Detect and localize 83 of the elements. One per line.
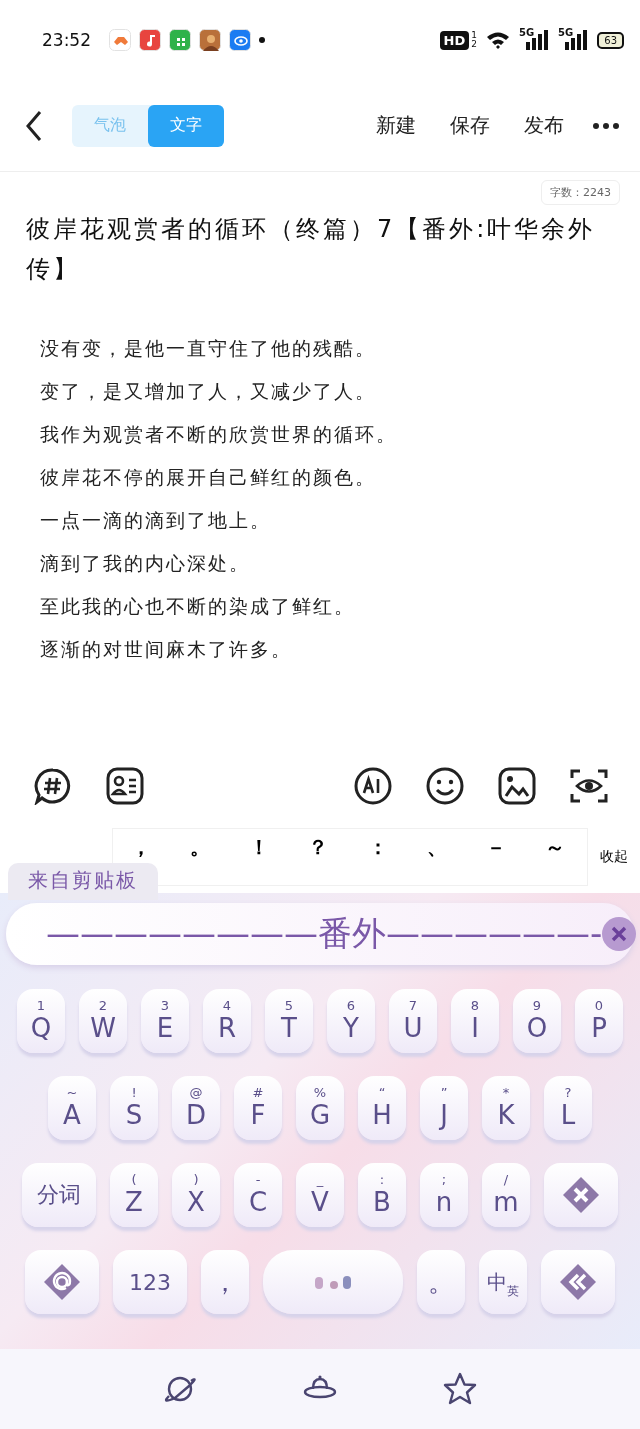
at-sign-icon [42, 1262, 82, 1302]
keyboard-key[interactable]: ” J [420, 1076, 468, 1140]
punctuation-key[interactable]: ？ [290, 831, 347, 863]
hd-badge: HD [439, 30, 470, 50]
keyboard-key[interactable]: ( Z [110, 1163, 158, 1227]
keyboard-key[interactable]: 5 T [265, 989, 313, 1053]
contact-card-icon[interactable] [106, 767, 144, 805]
delete-key[interactable] [544, 1163, 618, 1227]
punctuation-key[interactable]: ， [113, 831, 169, 863]
clipboard-suggestion[interactable]: ————————番外——————- [6, 903, 634, 965]
header-action[interactable]: 新建 [370, 112, 422, 139]
punctuation-key[interactable]: － [467, 831, 524, 863]
keyboard-key[interactable]: ~ A [48, 1076, 96, 1140]
keyboard-key[interactable]: 0 P [575, 989, 623, 1053]
symbol-key[interactable] [25, 1250, 99, 1314]
keyboard-key[interactable]: 。 [417, 1250, 465, 1314]
header-action[interactable]: 保存 [444, 112, 496, 139]
keyboard-key[interactable]: 123 [113, 1250, 187, 1314]
music-app-icon [139, 29, 161, 51]
network-label: 5G [558, 27, 574, 38]
collapse-button[interactable]: 收起 [588, 848, 640, 866]
text-line: 逐渐的对世间麻木了许多。 [40, 637, 293, 662]
game-app-icon [109, 29, 131, 51]
word-count: 字数：2243 [541, 180, 620, 205]
smiley-icon[interactable] [426, 767, 464, 805]
avatar-app-icon [199, 29, 221, 51]
keyboard-key[interactable]: : B [358, 1163, 406, 1227]
eye-scan-icon[interactable] [570, 767, 608, 805]
keyboard-key[interactable]: * K [482, 1076, 530, 1140]
keyboard-key[interactable]: ! S [110, 1076, 158, 1140]
keyboard-key[interactable]: 3 E [141, 989, 189, 1053]
keyboard-key[interactable]: 6 Y [327, 989, 375, 1053]
text-line: 没有变，是他一直守住了他的残酷。 [40, 336, 377, 361]
keyboard-key[interactable]: 2 W [79, 989, 127, 1053]
image-icon[interactable] [498, 767, 536, 805]
keyboard-key[interactable]: 7 U [389, 989, 437, 1053]
sim-number: 2 [471, 40, 477, 49]
keyboard-key[interactable]: - C [234, 1163, 282, 1227]
header-action[interactable]: 发布 [518, 112, 570, 139]
keyboard-key[interactable]: 1 Q [17, 989, 65, 1053]
text-line: 彼岸花不停的展开自己鲜红的颜色。 [40, 465, 377, 490]
keyboard-key[interactable]: _ V [296, 1163, 344, 1227]
document-title: 彼岸花观赏者的循环（终篇）7【番外:叶华余外传】 [26, 214, 597, 285]
eye-app-icon [229, 29, 251, 51]
more-icon[interactable] [592, 121, 620, 130]
dot-icon [259, 37, 265, 43]
store-app-icon [169, 29, 191, 51]
keyboard-key[interactable]: ) X [172, 1163, 220, 1227]
keyboard-key[interactable]: ? L [544, 1076, 592, 1140]
keyboard-key[interactable]: 分词 [22, 1163, 96, 1227]
text-line: 一点一滴的滴到了地上。 [40, 508, 272, 533]
keyboard-key[interactable]: ， [201, 1250, 249, 1314]
keyboard-key[interactable]: ; n [420, 1163, 468, 1227]
enter-key[interactable] [541, 1250, 615, 1314]
sim-number: 1 [471, 31, 477, 40]
keyboard-key[interactable]: 8 I [451, 989, 499, 1053]
punctuation-key[interactable]: 、 [408, 831, 465, 863]
punctuation-key[interactable]: ！ [231, 831, 288, 863]
keyboard-key[interactable]: # F [234, 1076, 282, 1140]
keyboard-key[interactable]: 4 R [203, 989, 251, 1053]
battery-level: 63 [597, 31, 624, 49]
ai-circle-icon[interactable] [354, 767, 392, 805]
keyboard-key[interactable]: @ D [172, 1076, 220, 1140]
clock-time: 23:52 [42, 30, 91, 50]
text-line: 至此我的心也不断的染成了鲜红。 [40, 594, 356, 619]
keyboard-key[interactable]: 9 O [513, 989, 561, 1053]
delete-icon [561, 1175, 601, 1215]
double-chevron-icon [558, 1262, 598, 1302]
keyboard-key[interactable]: “ H [358, 1076, 406, 1140]
text-line: 我作为观赏者不断的欣赏世界的循环。 [40, 422, 398, 447]
punctuation-key[interactable]: ： [349, 831, 406, 863]
close-icon[interactable] [602, 917, 637, 951]
clipboard-text: ————————番外——————- [46, 912, 603, 955]
text-line: 滴到了我的内心深处。 [40, 551, 251, 576]
star-icon[interactable] [443, 1372, 477, 1406]
punctuation-key[interactable]: ～ [527, 831, 583, 863]
back-icon[interactable] [24, 108, 44, 143]
text-line: 变了，是又增加了人，又减少了人。 [40, 379, 377, 404]
keyboard-key[interactable]: / m [482, 1163, 530, 1227]
hashtag-bubble-icon[interactable] [34, 767, 72, 805]
keyboard-key[interactable]: % G [296, 1076, 344, 1140]
punctuation-key[interactable]: 。 [172, 831, 229, 863]
network-label: 5G [518, 27, 535, 38]
